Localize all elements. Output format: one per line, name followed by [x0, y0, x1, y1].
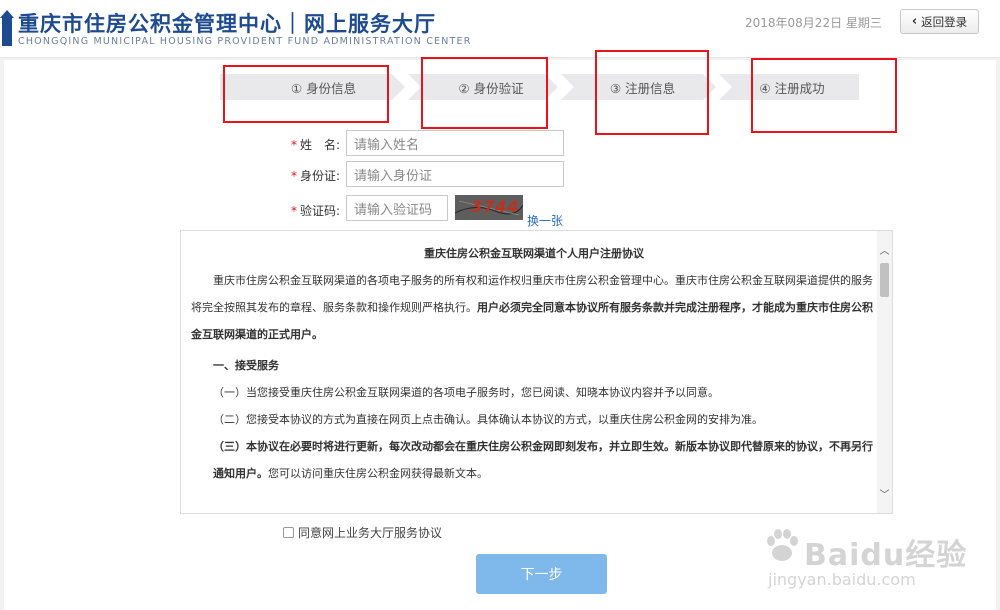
scrollbar-thumb[interactable] — [880, 263, 889, 297]
name-input[interactable]: 请输入姓名 — [346, 130, 564, 156]
agreement-content: 重庆住房公积金互联网渠道个人用户注册协议 重庆市住房公积金互联网渠道的各项电子服… — [181, 231, 877, 513]
highlight-box — [223, 65, 389, 123]
agree-label: 同意网上业务大厅服务协议 — [298, 526, 443, 540]
logo-icon — [0, 10, 14, 46]
paw-icon — [767, 529, 798, 561]
scroll-down-icon[interactable]: ﹀ — [877, 485, 892, 501]
highlight-box — [421, 57, 548, 129]
agreement-section-heading: 一、接受服务 — [213, 359, 279, 372]
code-label: * 验证码: — [290, 204, 340, 218]
agreement-box[interactable]: 重庆住房公积金互联网渠道个人用户注册协议 重庆市住房公积金互联网渠道的各项电子服… — [180, 230, 893, 514]
back-to-login-button[interactable]: ‹ 返回登录 — [900, 9, 979, 34]
current-date: 2018年08月22日 星期三 — [745, 16, 882, 30]
baidu-watermark: Baidu经验 jingyan.baidu.com — [760, 520, 1000, 610]
id-label: * 身份证: — [290, 169, 340, 183]
captcha-image[interactable]: 3744 — [455, 195, 523, 220]
agreement-scrollbar[interactable]: ︿ ﹀ — [877, 231, 892, 513]
agreement-item: （一）当您接受重庆住房公积金互联网渠道的各项电子服务时，您已阅读、知晓本协议内容… — [213, 386, 719, 399]
watermark-url: jingyan.baidu.com — [768, 570, 916, 589]
captcha-text: 3744 — [471, 197, 520, 216]
agreement-intro: 重庆市住房公积金互联网渠道的各项电子服务的所有权和运作权归重庆市住房公积金管理中… — [191, 274, 873, 341]
refresh-captcha-link[interactable]: 换一张 — [527, 212, 563, 229]
agreement-item: （三）本协议在必要时将进行更新，每次改动都会在重庆住房公积金网即刻发布，并立即生… — [213, 440, 873, 480]
agreement-title: 重庆住房公积金互联网渠道个人用户注册协议 — [424, 247, 644, 260]
captcha-input[interactable]: 请输入验证码 — [346, 195, 448, 221]
highlight-box — [595, 50, 709, 135]
site-title: 重庆市住房公积金管理中心｜网上服务大厅 — [18, 12, 436, 36]
header: 重庆市住房公积金管理中心｜网上服务大厅 CHONGQING MUNICIPAL … — [0, 0, 1000, 58]
watermark-brand: Baidu经验 — [804, 538, 968, 573]
site-subtitle: CHONGQING MUNICIPAL HOUSING PROVIDENT FU… — [18, 36, 472, 47]
agree-checkbox-row[interactable]: 同意网上业务大厅服务协议 — [283, 524, 442, 541]
next-step-button[interactable]: 下一步 — [476, 554, 607, 594]
chevron-left-icon: ‹ — [911, 14, 918, 29]
scroll-up-icon[interactable]: ︿ — [877, 241, 892, 257]
name-label: * 姓 名: — [290, 138, 340, 152]
agreement-item: （二）您接受本协议的方式为直接在网页上点击确认。具体确认本协议的方式，以重庆住房… — [213, 413, 763, 426]
id-card-input[interactable]: 请输入身份证 — [346, 161, 564, 187]
agree-checkbox[interactable] — [283, 527, 294, 538]
highlight-box — [751, 58, 897, 133]
back-to-login-label: 返回登录 — [921, 14, 968, 29]
